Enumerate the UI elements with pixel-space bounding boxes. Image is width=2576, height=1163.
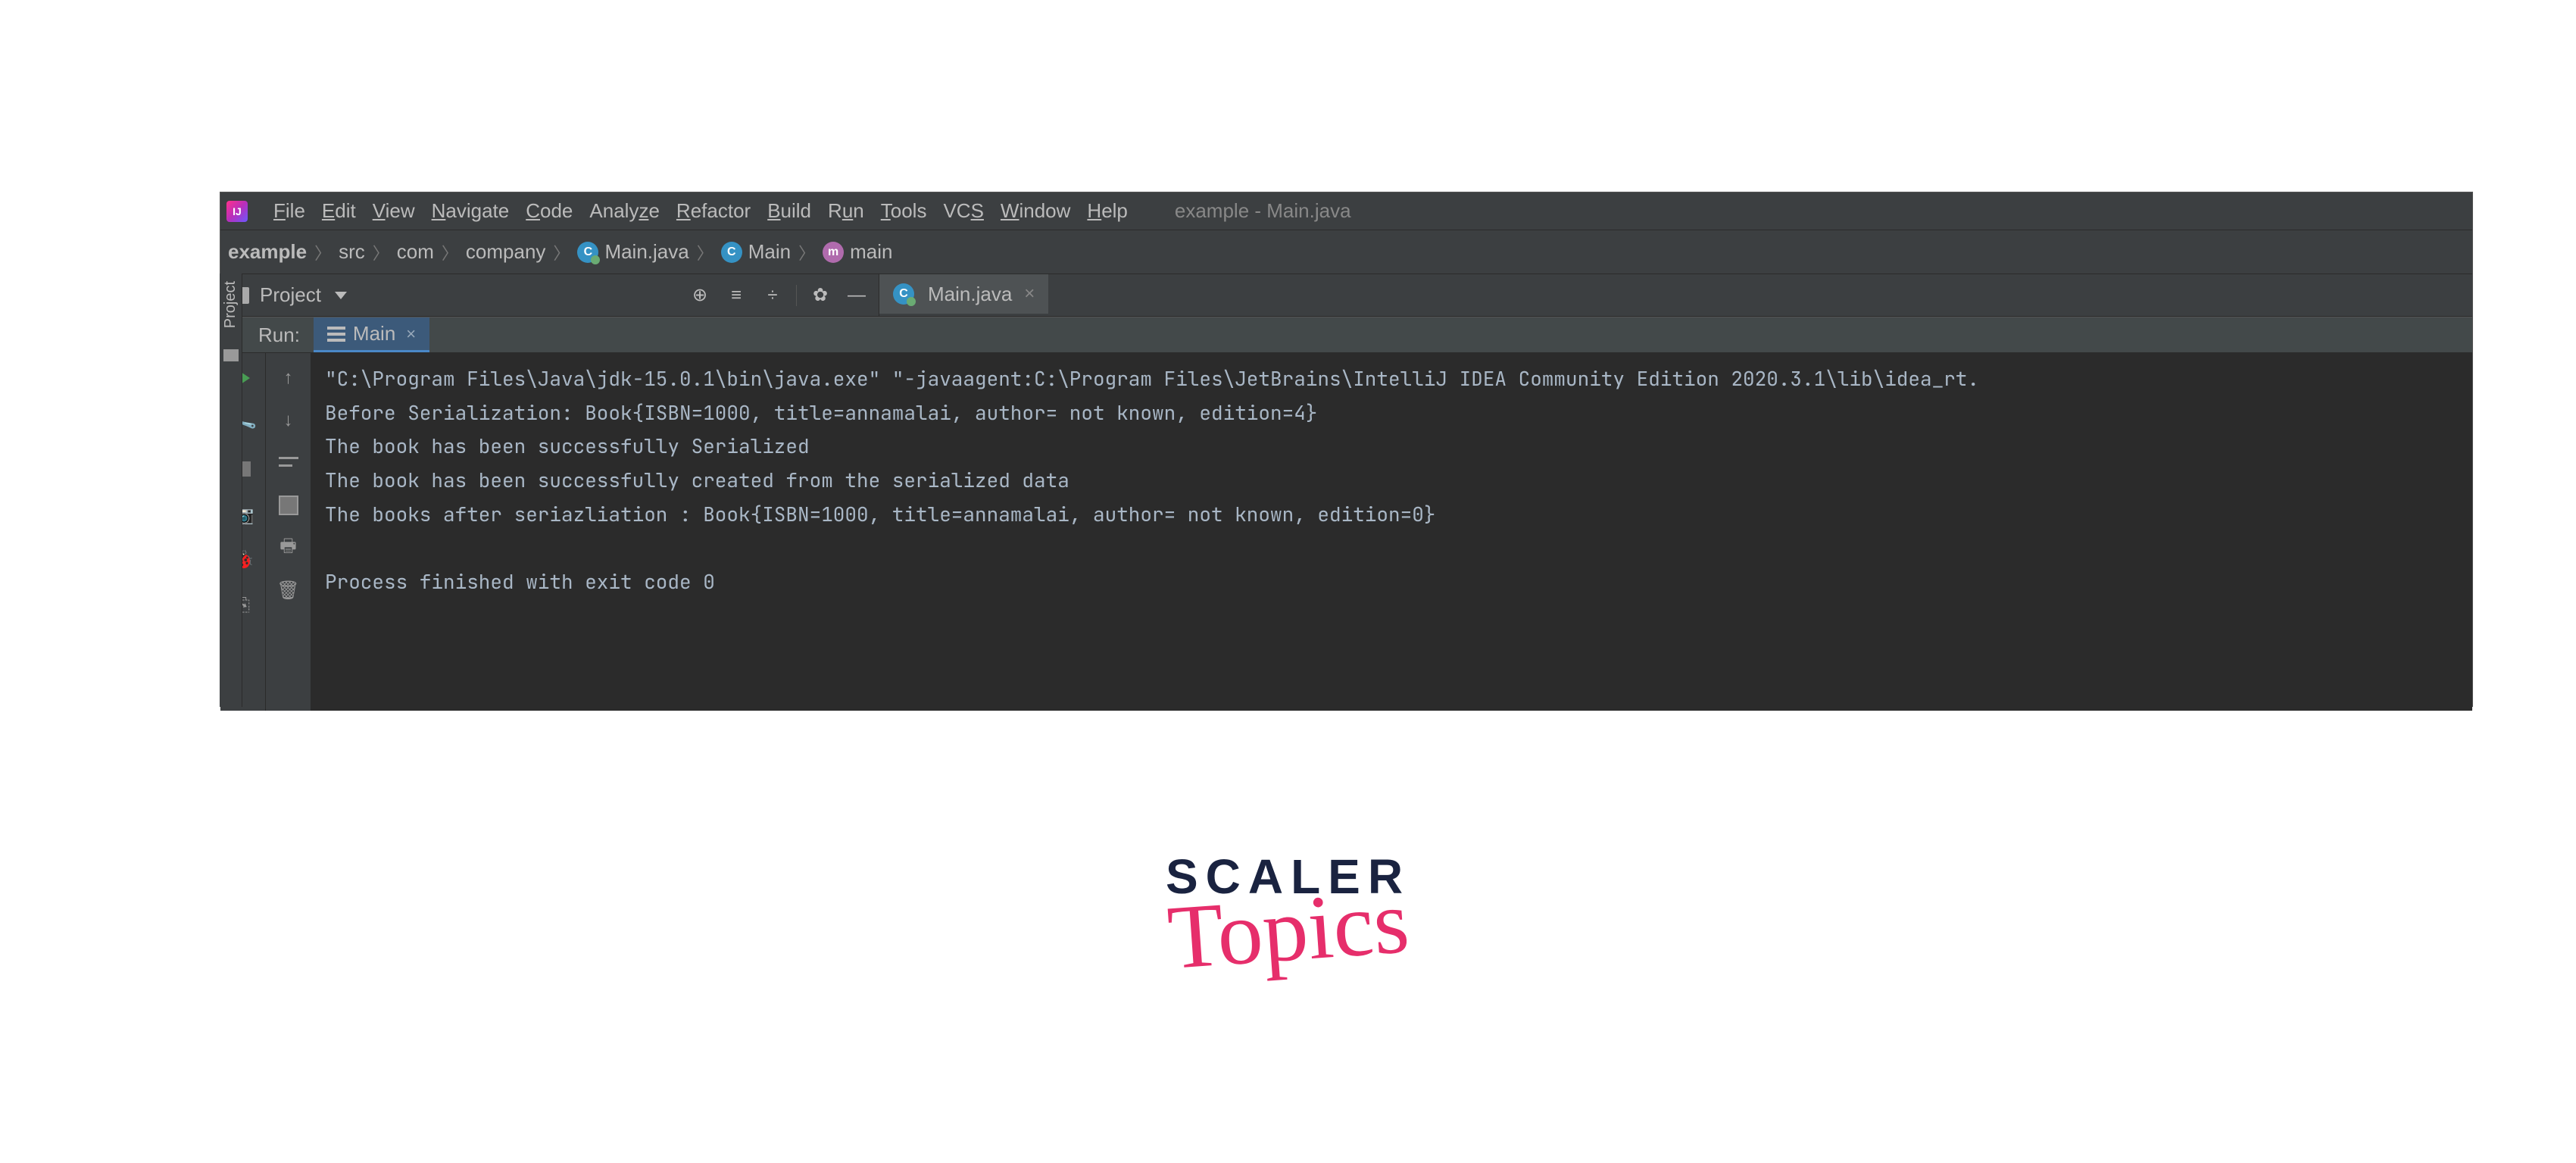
menu-view[interactable]: View <box>373 199 415 223</box>
method-icon: m <box>823 242 844 263</box>
menu-help[interactable]: Help <box>1087 199 1127 223</box>
expand-all-icon[interactable]: ≡ <box>723 283 749 308</box>
console-line: The book has been successfully created f… <box>325 467 1069 493</box>
crumb-src[interactable]: src <box>339 240 365 264</box>
java-file-icon: C <box>893 283 914 305</box>
menu-vcs[interactable]: VCS <box>943 199 983 223</box>
window-title: example - Main.java <box>1175 199 1351 223</box>
run-tab-label: Main <box>353 322 395 345</box>
console-line: Before Serialization: Book{ISBN=1000, ti… <box>325 399 1317 426</box>
divider <box>796 285 797 306</box>
close-icon[interactable]: × <box>406 324 416 344</box>
project-label: Project <box>260 283 321 307</box>
scaler-topics-logo: SCALER Topics <box>1166 849 1410 982</box>
chevron-down-icon <box>335 292 347 299</box>
crumb-file[interactable]: C Main.java <box>577 240 688 264</box>
chevron-right-icon: 〉 <box>553 240 570 264</box>
scroll-to-end-icon[interactable] <box>276 492 301 518</box>
gear-icon[interactable]: ✿ <box>807 283 833 308</box>
run-tab-main[interactable]: Main × <box>314 317 429 352</box>
menu-tools[interactable]: Tools <box>881 199 927 223</box>
menu-code[interactable]: Code <box>526 199 573 223</box>
menu-analyze[interactable]: Analyze <box>589 199 660 223</box>
hide-icon[interactable]: — <box>844 283 870 308</box>
editor-tab-label: Main.java <box>928 283 1012 306</box>
menu-navigate[interactable]: Navigate <box>432 199 510 223</box>
trash-icon[interactable]: 🗑 <box>276 577 301 603</box>
arrow-down-icon[interactable] <box>276 408 301 433</box>
run-config-icon <box>327 327 345 342</box>
menu-run[interactable]: Run <box>828 199 864 223</box>
arrow-up-icon[interactable] <box>276 365 301 391</box>
print-icon[interactable]: 🖶 <box>276 535 301 561</box>
left-strip-project-label[interactable]: Project <box>222 281 239 328</box>
chevron-right-icon: 〉 <box>798 240 815 264</box>
console-line: Process finished with exit code 0 <box>325 568 715 595</box>
menu-refactor[interactable]: Refactor <box>676 199 751 223</box>
console-line: The books after seriazliation : Book{ISB… <box>325 501 1435 527</box>
crumb-com[interactable]: com <box>397 240 434 264</box>
java-file-icon: C <box>577 242 598 263</box>
menu-window[interactable]: Window <box>1001 199 1070 223</box>
chevron-right-icon: 〉 <box>373 240 389 264</box>
collapse-all-icon[interactable]: ÷ <box>760 283 785 308</box>
chevron-right-icon: 〉 <box>442 240 458 264</box>
console-output[interactable]: "C:\Program Files\Java\jdk-15.0.1\bin\ja… <box>311 353 2472 711</box>
console-line: The book has been successfully Serialize… <box>325 433 810 459</box>
menu-build[interactable]: Build <box>767 199 811 223</box>
editor-tabs: C Main.java × <box>879 274 2472 316</box>
tool-row: Project ⊕ ≡ ÷ ✿ — C Main.java × <box>220 274 2472 317</box>
menu-edit[interactable]: Edit <box>322 199 356 223</box>
crumb-root[interactable]: example <box>228 240 307 264</box>
crumb-class[interactable]: C Main <box>721 240 791 264</box>
close-icon[interactable]: × <box>1024 283 1035 305</box>
soft-wrap-icon[interactable] <box>276 450 301 476</box>
project-tool-header[interactable]: Project ⊕ ≡ ÷ ✿ — <box>220 274 879 316</box>
console-toolbar: 🖶 🗑 <box>266 353 311 711</box>
left-tool-strip: Project <box>220 274 242 707</box>
intellij-app-icon: IJ <box>226 201 248 222</box>
breadcrumb-bar: example 〉 src 〉 com 〉 company 〉 C Main.j… <box>220 230 2472 274</box>
console-line: "C:\Program Files\Java\jdk-15.0.1\bin\ja… <box>325 365 1979 392</box>
crumb-method[interactable]: m main <box>823 240 892 264</box>
ide-window: IJ File Edit View Navigate Code Analyze … <box>220 192 2473 707</box>
crumb-company[interactable]: company <box>466 240 546 264</box>
class-icon: C <box>721 242 742 263</box>
menu-file[interactable]: File <box>273 199 305 223</box>
console-area: 🔧 📷 🐞 ⎘ 🖶 🗑 "C:\Program Files\Java\jdk-1… <box>220 353 2472 711</box>
folder-icon[interactable] <box>223 349 239 361</box>
run-tool-header: Run: Main × <box>220 317 2472 353</box>
menu-bar: IJ File Edit View Navigate Code Analyze … <box>220 192 2472 230</box>
editor-tab-main[interactable]: C Main.java × <box>879 274 1048 316</box>
chevron-right-icon: 〉 <box>314 240 331 264</box>
chevron-right-icon: 〉 <box>697 240 713 264</box>
logo-topics: Topics <box>1163 869 1414 990</box>
locate-icon[interactable]: ⊕ <box>687 283 713 308</box>
